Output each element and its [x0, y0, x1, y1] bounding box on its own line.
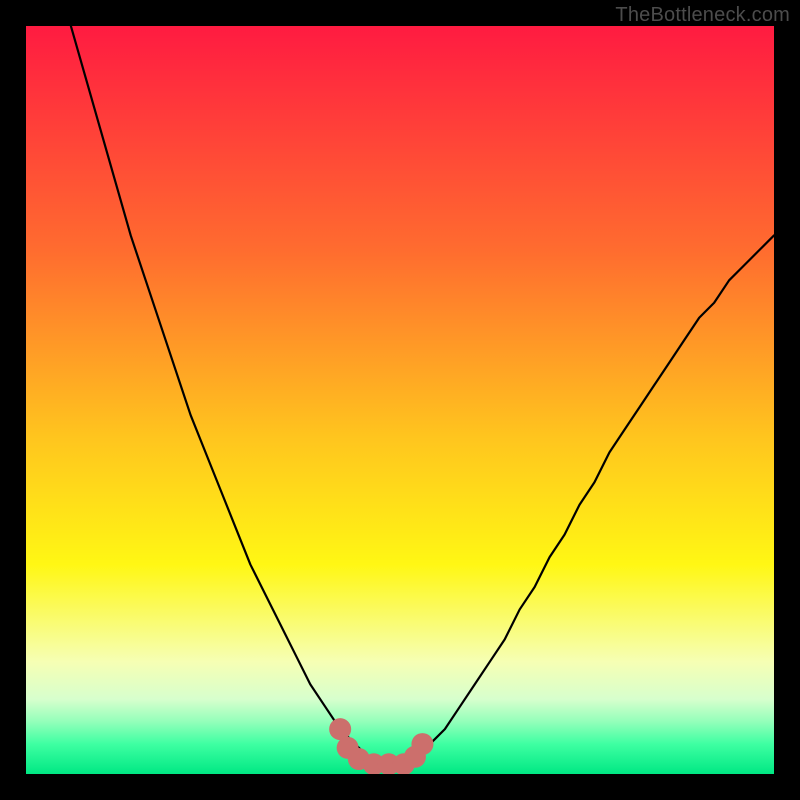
marker-point — [329, 718, 351, 740]
marker-group — [329, 718, 433, 774]
bottleneck-curve — [71, 26, 774, 767]
curve-layer — [26, 26, 774, 774]
chart-frame: TheBottleneck.com — [0, 0, 800, 800]
marker-point — [411, 733, 433, 755]
watermark-text: TheBottleneck.com — [615, 4, 790, 27]
plot-area — [26, 26, 774, 774]
